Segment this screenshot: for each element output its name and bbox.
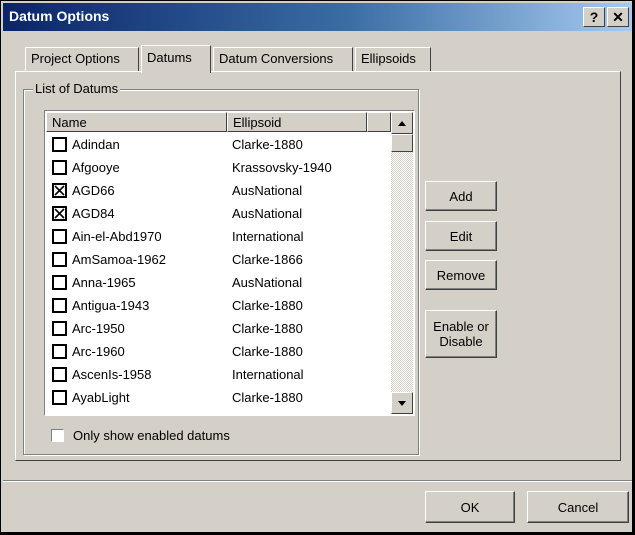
- list-item[interactable]: Antigua-1943 Clarke-1880: [45, 294, 391, 317]
- list-item[interactable]: Afgooye Krassovsky-1940: [45, 156, 391, 179]
- edit-button[interactable]: Edit: [425, 221, 497, 251]
- tab-ellipsoids[interactable]: Ellipsoids: [355, 47, 431, 71]
- list-scrollbar[interactable]: [391, 112, 413, 414]
- datum-ellipsoid: AusNational: [232, 183, 303, 198]
- datum-name: AGD66: [72, 183, 115, 198]
- datum-options-dialog: Datum Options ? ✕ Project Options Datums…: [0, 0, 633, 533]
- datum-ellipsoid: International: [232, 367, 304, 382]
- group-label: List of Datums: [33, 81, 121, 96]
- enable-checkbox[interactable]: [52, 252, 67, 267]
- datum-name: Adindan: [72, 137, 120, 152]
- enable-checkbox[interactable]: [52, 206, 67, 221]
- datum-ellipsoid: Clarke-1880: [232, 344, 303, 359]
- footer-separator-highlight: [3, 481, 632, 482]
- arrow-down-icon: [398, 401, 406, 406]
- datum-ellipsoid: Clarke-1880: [232, 321, 303, 336]
- list-item[interactable]: Adindan Clarke-1880: [45, 133, 391, 156]
- list-item[interactable]: Ain-el-Abd1970 International: [45, 225, 391, 248]
- tab-datum-conversions[interactable]: Datum Conversions: [213, 47, 353, 71]
- only-enabled-label: Only show enabled datums: [73, 428, 230, 443]
- enable-checkbox[interactable]: [52, 344, 67, 359]
- enable-line-1: Enable or: [433, 319, 489, 334]
- enable-checkbox[interactable]: [52, 160, 67, 175]
- only-enabled-checkbox[interactable]: [51, 429, 64, 442]
- datum-name: Antigua-1943: [72, 298, 150, 313]
- datum-name: Ain-el-Abd1970: [72, 229, 162, 244]
- add-button[interactable]: Add: [425, 181, 497, 211]
- list-item[interactable]: AGD66 AusNational: [45, 179, 391, 202]
- datum-ellipsoid: AusNational: [232, 206, 303, 221]
- window-title: Datum Options: [9, 8, 110, 24]
- datum-name: AscenIs-1958: [72, 367, 152, 382]
- scroll-up-button[interactable]: [391, 112, 413, 134]
- datum-ellipsoid: Clarke-1880: [232, 390, 303, 405]
- list-item[interactable]: AyabLight Clarke-1880: [45, 386, 391, 409]
- datum-ellipsoid: Clarke-1880: [232, 298, 303, 313]
- cancel-button[interactable]: Cancel: [527, 491, 629, 523]
- enable-checkbox[interactable]: [52, 367, 67, 382]
- arrow-up-icon: [398, 121, 406, 126]
- tab-datums[interactable]: Datums: [141, 45, 211, 73]
- help-button[interactable]: ?: [583, 7, 605, 27]
- enable-checkbox[interactable]: [52, 137, 67, 152]
- column-header-spacer: [367, 112, 391, 132]
- enable-checkbox[interactable]: [52, 390, 67, 405]
- enable-disable-button[interactable]: Enable or Disable: [425, 310, 497, 358]
- datum-name: AmSamoa-1962: [72, 252, 166, 267]
- datum-ellipsoid: Clarke-1880: [232, 137, 303, 152]
- datum-name: AGD84: [72, 206, 115, 221]
- list-item[interactable]: AGD84 AusNational: [45, 202, 391, 225]
- datum-ellipsoid: AusNational: [232, 275, 303, 290]
- ok-button[interactable]: OK: [425, 491, 515, 523]
- enable-checkbox[interactable]: [52, 321, 67, 336]
- list-item[interactable]: Anna-1965 AusNational: [45, 271, 391, 294]
- list-item[interactable]: Arc-1950 Clarke-1880: [45, 317, 391, 340]
- check-x-icon: [54, 208, 65, 219]
- remove-button[interactable]: Remove: [425, 260, 497, 290]
- close-button[interactable]: ✕: [607, 7, 629, 27]
- datum-name: Arc-1950: [72, 321, 125, 336]
- datum-ellipsoid: Clarke-1866: [232, 252, 303, 267]
- datum-list[interactable]: Name Ellipsoid Adindan Clarke-1880 Afgooye…: [44, 110, 415, 416]
- enable-checkbox[interactable]: [52, 298, 67, 313]
- datum-name: Afgooye: [72, 160, 120, 175]
- datum-ellipsoid: International: [232, 229, 304, 244]
- list-item[interactable]: AscenIs-1958 International: [45, 363, 391, 386]
- column-header-ellipsoid[interactable]: Ellipsoid: [227, 112, 367, 132]
- enable-line-2: Disable: [439, 334, 483, 349]
- scroll-thumb[interactable]: [391, 134, 413, 152]
- enable-checkbox[interactable]: [52, 229, 67, 244]
- title-bar[interactable]: Datum Options ? ✕: [3, 3, 632, 31]
- check-x-icon: [54, 185, 65, 196]
- datum-ellipsoid: Krassovsky-1940: [232, 160, 332, 175]
- enable-checkbox[interactable]: [52, 275, 67, 290]
- datum-name: Anna-1965: [72, 275, 136, 290]
- column-header-name[interactable]: Name: [46, 112, 227, 132]
- datum-name: AyabLight: [72, 390, 130, 405]
- enable-checkbox[interactable]: [52, 183, 67, 198]
- list-item[interactable]: Arc-1960 Clarke-1880: [45, 340, 391, 363]
- scroll-down-button[interactable]: [391, 392, 413, 414]
- datum-name: Arc-1960: [72, 344, 125, 359]
- list-item[interactable]: AmSamoa-1962 Clarke-1866: [45, 248, 391, 271]
- tab-project-options[interactable]: Project Options: [25, 47, 139, 71]
